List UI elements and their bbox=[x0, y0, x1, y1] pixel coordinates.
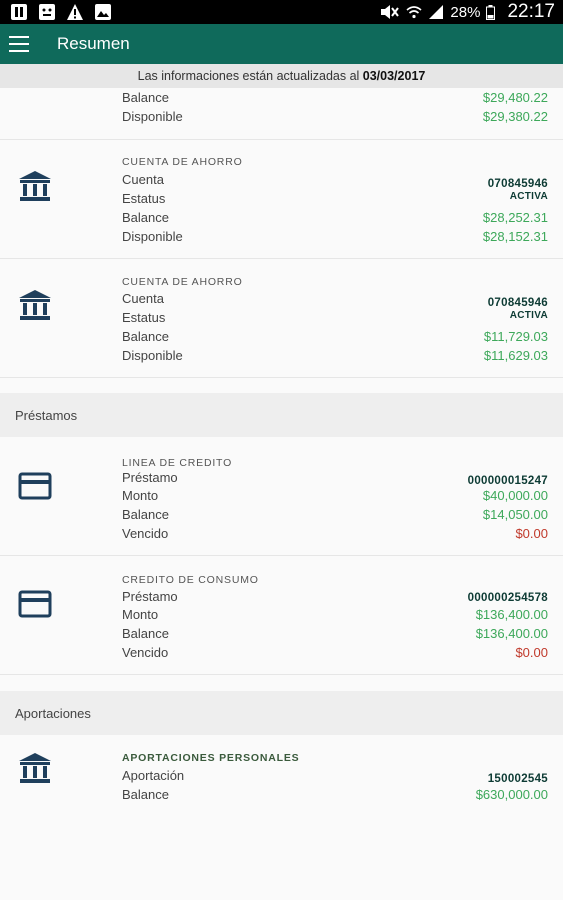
row-label: Disponible bbox=[122, 348, 183, 363]
account-row: Balance $29,480.22 bbox=[122, 90, 548, 109]
battery-percent: 28% bbox=[450, 3, 481, 21]
section-title: Préstamos bbox=[15, 408, 78, 423]
account-row: Disponible $28,152.31 bbox=[122, 229, 548, 248]
row-label: Vencido bbox=[122, 645, 169, 660]
row-label: Cuenta bbox=[122, 172, 164, 187]
row-label: Disponible bbox=[122, 229, 183, 244]
row-value: $29,480.22 bbox=[482, 90, 548, 105]
row-label: Balance bbox=[122, 90, 169, 105]
divider bbox=[0, 377, 563, 378]
status-bar: 28% 22:17 bbox=[0, 0, 563, 24]
contribution-row: Aportación 150002545 bbox=[122, 768, 548, 787]
row-value: $40,000.00 bbox=[482, 488, 548, 503]
row-label: Monto bbox=[122, 607, 159, 622]
app-bar: Resumen bbox=[0, 24, 563, 64]
bank-icon bbox=[19, 290, 51, 320]
account-row: Disponible $11,629.03 bbox=[122, 348, 548, 367]
row-value: $136,400.00 bbox=[475, 607, 548, 622]
row-value: $0.00 bbox=[515, 645, 548, 660]
loan-row: Préstamo 000000254578 bbox=[122, 589, 548, 608]
divider bbox=[0, 139, 563, 140]
battery-icon bbox=[486, 4, 496, 20]
account-row: Estatus ACTIVA bbox=[122, 191, 548, 210]
divider bbox=[0, 674, 563, 675]
credit-card-icon bbox=[18, 590, 52, 618]
loan-row: Préstamo 000000015247 bbox=[122, 470, 548, 489]
image-icon bbox=[95, 4, 111, 20]
row-value: $28,252.31 bbox=[482, 210, 548, 225]
loan-number: 000000015247 bbox=[467, 475, 548, 487]
row-value: $11,729.03 bbox=[483, 329, 548, 344]
row-label: Vencido bbox=[122, 526, 169, 541]
loan-row: Balance $136,400.00 bbox=[122, 626, 548, 645]
row-label: Cuenta bbox=[122, 291, 164, 306]
row-value: $14,050.00 bbox=[482, 507, 548, 522]
mute-icon bbox=[381, 5, 400, 19]
bank-icon bbox=[19, 753, 51, 783]
warning-icon bbox=[67, 4, 83, 20]
row-label: Balance bbox=[122, 626, 169, 641]
account-row: Cuenta 070845946 bbox=[122, 172, 548, 191]
row-label: Estatus bbox=[122, 310, 166, 325]
clock: 22:17 bbox=[507, 1, 555, 22]
menu-icon[interactable] bbox=[9, 36, 29, 52]
notification-face-icon bbox=[39, 4, 55, 20]
row-value: $136,400.00 bbox=[475, 626, 548, 641]
account-number: 070845946 bbox=[487, 178, 548, 190]
status-badge: ACTIVA bbox=[509, 191, 548, 202]
account-number: 070845946 bbox=[487, 297, 548, 309]
status-badge: ACTIVA bbox=[509, 310, 548, 321]
row-value: $29,380.22 bbox=[482, 109, 548, 124]
account-row: Balance $28,252.31 bbox=[122, 210, 548, 229]
loan-number: 000000254578 bbox=[467, 592, 548, 604]
account-row: Balance $11,729.03 bbox=[122, 329, 548, 348]
section-title: Aportaciones bbox=[15, 706, 91, 721]
loan-row: Vencido $0.00 bbox=[122, 526, 548, 545]
row-value: $28,152.31 bbox=[482, 229, 548, 244]
loan-row: Monto $40,000.00 bbox=[122, 488, 548, 507]
loan-row: Balance $14,050.00 bbox=[122, 507, 548, 526]
row-label: Balance bbox=[122, 507, 169, 522]
row-label: Aportación bbox=[122, 768, 185, 783]
row-label: Préstamo bbox=[122, 470, 178, 485]
wifi-icon bbox=[406, 6, 422, 19]
contribution-row: Balance $630,000.00 bbox=[122, 787, 548, 806]
section-header-loans: Préstamos bbox=[0, 393, 563, 437]
row-label: Estatus bbox=[122, 191, 166, 206]
row-label: Balance bbox=[122, 329, 169, 344]
row-label: Balance bbox=[122, 787, 169, 802]
row-value: $630,000.00 bbox=[475, 787, 548, 802]
loan-type: LINEA DE CREDITO bbox=[122, 457, 233, 469]
row-label: Balance bbox=[122, 210, 169, 225]
loan-type: CREDITO DE CONSUMO bbox=[122, 574, 259, 586]
divider bbox=[0, 258, 563, 259]
account-row: Cuenta 070845946 bbox=[122, 291, 548, 310]
row-value: $11,629.03 bbox=[483, 348, 548, 363]
update-date: 03/03/2017 bbox=[362, 69, 426, 83]
page-title: Resumen bbox=[57, 34, 130, 53]
row-label: Préstamo bbox=[122, 589, 178, 604]
divider bbox=[0, 555, 563, 556]
section-header-contributions: Aportaciones bbox=[0, 691, 563, 735]
account-type: CUENTA DE AHORRO bbox=[122, 156, 243, 168]
update-info-text: Las informaciones están actualizadas al bbox=[137, 69, 363, 83]
account-row: Estatus ACTIVA bbox=[122, 310, 548, 329]
loan-row: Monto $136,400.00 bbox=[122, 607, 548, 626]
account-row: Disponible $29,380.22 bbox=[122, 109, 548, 128]
update-info-bar: Las informaciones están actualizadas al … bbox=[0, 64, 563, 88]
bank-icon bbox=[19, 171, 51, 201]
row-label: Monto bbox=[122, 488, 159, 503]
row-value: $0.00 bbox=[515, 526, 548, 541]
contribution-type: APORTACIONES PERSONALES bbox=[122, 752, 300, 764]
row-label: Disponible bbox=[122, 109, 183, 124]
contribution-number: 150002545 bbox=[487, 773, 548, 785]
signal-icon bbox=[429, 5, 444, 19]
account-type: CUENTA DE AHORRO bbox=[122, 276, 243, 288]
loan-row: Vencido $0.00 bbox=[122, 645, 548, 664]
notification-app-icon bbox=[11, 4, 27, 20]
credit-card-icon bbox=[18, 472, 52, 500]
